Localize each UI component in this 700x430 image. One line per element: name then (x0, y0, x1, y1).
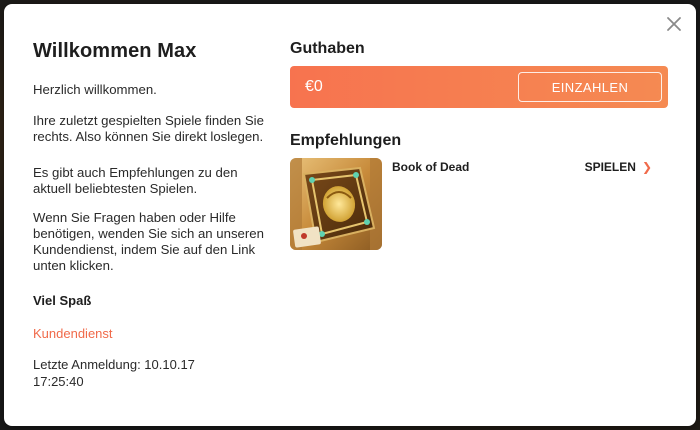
intro-text: Ihre zuletzt gespielten Spiele finden Si… (33, 113, 264, 144)
recommendation-item: Book of Dead SPIELEN ❯ (290, 158, 668, 250)
welcome-title: Willkommen Max (33, 40, 197, 62)
close-button[interactable] (664, 14, 684, 34)
balance-title: Guthaben (290, 40, 365, 57)
welcome-modal: Willkommen Max Herzlich willkommen. Ihre… (4, 4, 696, 426)
balance-bar: €0 EINZAHLEN (290, 66, 668, 108)
game-name: Book of Dead (392, 160, 470, 174)
chevron-right-icon: ❯ (641, 160, 652, 174)
deposit-button[interactable]: EINZAHLEN (518, 72, 662, 102)
help-text: Wenn Sie Fragen haben oder Hilfe benötig… (33, 210, 264, 273)
close-icon (667, 17, 681, 31)
play-label: SPIELEN (584, 160, 636, 174)
balance-amount: €0 (305, 78, 323, 95)
account-panel: Guthaben €0 EINZAHLEN Empfehlungen Book … (290, 40, 668, 250)
recommendation-hint-text: Es gibt auch Empfehlungen zu den aktuell… (33, 165, 238, 196)
last-login-text: Letzte Anmeldung: 10.10.17 17:25:40 (33, 357, 195, 389)
welcome-panel: Willkommen Max Herzlich willkommen. Ihre… (33, 40, 264, 389)
recommendations-title: Empfehlungen (290, 132, 402, 149)
game-thumbnail[interactable] (290, 158, 382, 250)
welcome-text: Herzlich willkommen. (33, 82, 157, 97)
play-button[interactable]: SPIELEN ❯ (585, 160, 652, 174)
book-of-dead-thumbnail-image (290, 158, 382, 250)
fun-text: Viel Spaß (33, 293, 92, 308)
support-link[interactable]: Kundendienst (33, 326, 113, 341)
